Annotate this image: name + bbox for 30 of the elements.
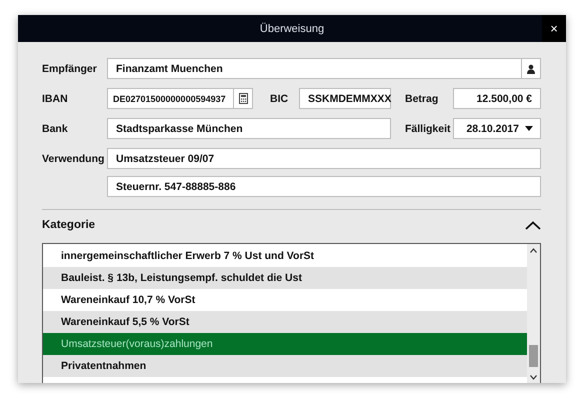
bank-field[interactable]: Stadtsparkasse München — [107, 118, 391, 139]
field-label: Empfänger — [42, 62, 98, 74]
amount-field[interactable]: 12.500,00 € — [453, 88, 541, 109]
purpose-field[interactable]: Steuernr. 547-88885-886 — [107, 176, 541, 197]
list-item[interactable]: Bauleist. § 13b, Leistungsempf. schuldet die Ust — [43, 267, 527, 289]
list-item[interactable]: Privatentnahmen — [43, 355, 527, 377]
scroll-up-icon[interactable] — [530, 248, 537, 252]
collapse-icon[interactable] — [525, 220, 541, 230]
iban-field[interactable]: DE02701500000000594937 — [107, 88, 253, 109]
field-label: Betrag — [404, 92, 440, 104]
caret-icon — [525, 126, 533, 131]
scroll-down-icon[interactable] — [530, 374, 537, 380]
calculator-icon — [238, 93, 248, 104]
scroll-thumb[interactable] — [529, 345, 538, 367]
close-button[interactable]: × — [542, 15, 566, 42]
window-title: Überweisung — [260, 22, 324, 34]
field-label: Verwendung — [42, 152, 106, 165]
list-item[interactable]: Umsatzsteuer(voraus)zahlungen — [43, 333, 527, 355]
date-dropdown[interactable]: 28.10.2017 — [453, 118, 541, 139]
bic-field[interactable]: SSKMDEMMXXX — [299, 88, 391, 109]
field-label: Bank — [42, 122, 69, 134]
scrollbar[interactable] — [527, 244, 540, 383]
section-title: Kategorie — [42, 219, 96, 231]
person-icon — [526, 64, 536, 74]
field-label: BIC — [269, 92, 290, 104]
field-label: IBAN — [42, 92, 69, 104]
field-label: Fälligkeit — [404, 122, 452, 134]
recipient-field[interactable]: Finanzamt Muenchen — [107, 58, 541, 79]
purpose-field[interactable]: Umsatzsteuer 09/07 — [107, 148, 541, 169]
list-item[interactable]: Wareneinkauf 5,5 % VorSt — [43, 311, 527, 333]
